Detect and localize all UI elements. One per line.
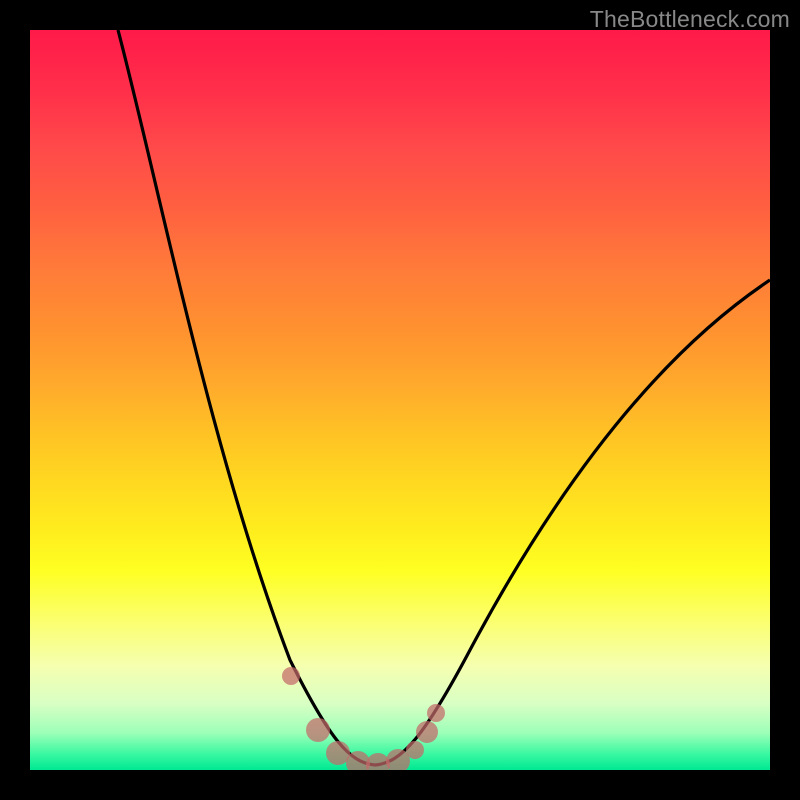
gradient-plot-area — [30, 30, 770, 770]
watermark-text: TheBottleneck.com — [590, 6, 790, 33]
